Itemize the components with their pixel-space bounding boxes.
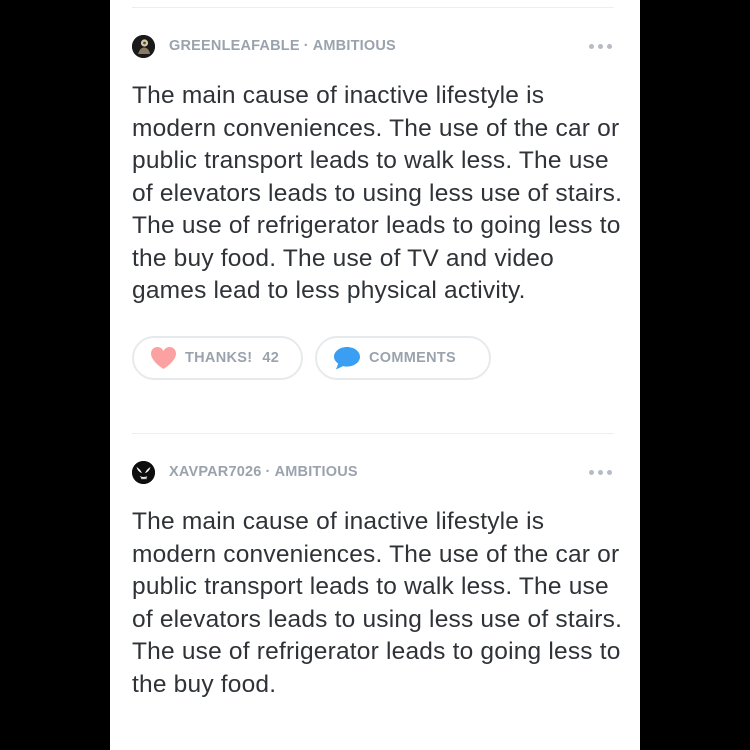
answers-panel: GREENLEAFABLE · AMBITIOUS The main cause…: [110, 0, 640, 750]
more-options-icon[interactable]: [588, 40, 614, 52]
divider: [132, 433, 614, 434]
thanks-label: THANKS!: [185, 349, 253, 366]
answer-card: GREENLEAFABLE · AMBITIOUS The main cause…: [132, 34, 622, 380]
answer-meta: XAVPAR7026 · AMBITIOUS: [132, 460, 614, 484]
meta-separator: ·: [303, 38, 309, 54]
venom-avatar-icon[interactable]: [132, 460, 155, 484]
meta-separator: ·: [265, 464, 271, 480]
user-avatar-icon[interactable]: [132, 34, 155, 58]
user-rank: AMBITIOUS: [274, 464, 358, 480]
more-options-icon[interactable]: [588, 466, 614, 478]
divider: [132, 7, 614, 8]
comments-button[interactable]: COMMENTS: [315, 335, 491, 380]
thanks-button[interactable]: THANKS! 42: [132, 335, 303, 380]
answer-actions: THANKS! 42 COMMENTS: [132, 335, 614, 380]
username-link[interactable]: XAVPAR7026: [169, 464, 262, 480]
thanks-count: 42: [262, 349, 280, 366]
answer-text: The main cause of inactive lifestyle is …: [132, 508, 623, 698]
answer-text: The main cause of inactive lifestyle is …: [132, 82, 623, 304]
user-rank: AMBITIOUS: [312, 38, 396, 54]
comment-bubble-icon: [334, 346, 360, 369]
answer-meta: GREENLEAFABLE · AMBITIOUS: [132, 34, 614, 58]
username-link[interactable]: GREENLEAFABLE: [169, 38, 300, 54]
answer-card: XAVPAR7026 · AMBITIOUS The main cause of…: [132, 460, 622, 701]
comments-label: COMMENTS: [369, 349, 456, 366]
heart-icon: [151, 346, 176, 369]
